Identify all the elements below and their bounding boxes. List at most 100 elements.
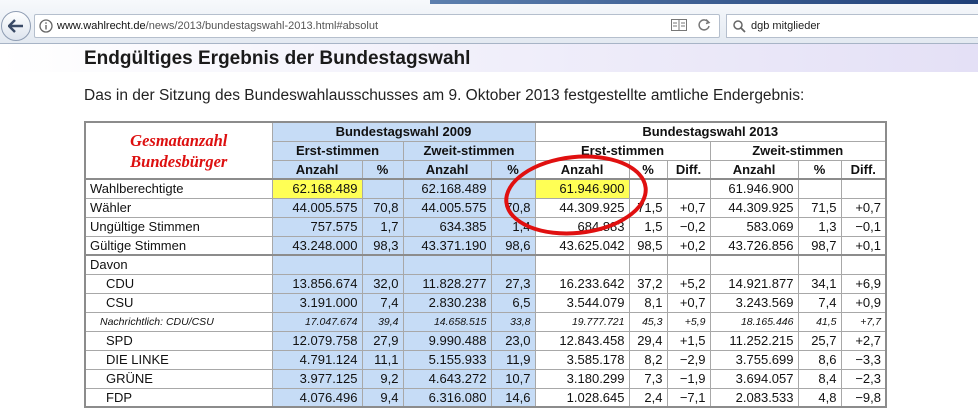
table-cell: 11.252.215: [709, 330, 799, 351]
col-anzahl: Anzahl: [402, 159, 492, 180]
table-cell: 70,8: [361, 197, 404, 218]
table-cell: [840, 178, 887, 199]
table-cell: 7,4: [797, 292, 842, 313]
group-header-2009: Bundestagswahl 2009: [271, 121, 536, 142]
table-cell: +7,7: [840, 311, 887, 332]
table-cell: 7,4: [361, 292, 404, 313]
url-path: /news/2013/bundestagswahl-2013.html#abso…: [145, 20, 379, 32]
url-text[interactable]: www.wahlrecht.de/news/2013/bundestagswah…: [57, 20, 671, 32]
table-cell: [797, 178, 842, 199]
table-cell: 6,5: [490, 292, 536, 313]
table-cell: 43.248.000: [271, 235, 363, 256]
table-cell: 71,5: [797, 197, 842, 218]
table-cell: 1,7: [361, 216, 404, 237]
col-diff: Diff.: [840, 159, 887, 180]
table-cell: 4.076.496: [271, 387, 363, 408]
table-cell: 9,4: [361, 387, 404, 408]
table-cell: +2,7: [840, 330, 887, 351]
table-cell: 7,3: [628, 368, 668, 389]
table-cell: 1,5: [628, 216, 668, 237]
row-label: GRÜNE: [84, 368, 273, 389]
table-cell: 11,1: [361, 349, 404, 370]
table-row: Gültige Stimmen 43.248.000 98,3 43.371.190 9…: [84, 235, 887, 256]
table-cell: 2.083.533: [709, 387, 799, 408]
row-label: CDU: [84, 273, 273, 294]
reader-view-icon[interactable]: [671, 18, 687, 34]
table-cell: 23,0: [490, 330, 536, 351]
search-text[interactable]: dgb mitglieder: [751, 20, 820, 32]
erst-header-2013: Erst-stimmen: [534, 140, 711, 161]
browser-toolbar: www.wahlrecht.de/news/2013/bundestagswah…: [0, 0, 978, 44]
table-cell: 1,3: [797, 216, 842, 237]
col-anzahl: Anzahl: [709, 159, 799, 180]
table-cell: [361, 254, 404, 275]
table-cell: 43.371.190: [402, 235, 492, 256]
col-anzahl: Anzahl: [271, 159, 363, 180]
table-cell: 8,1: [628, 292, 668, 313]
site-info-icon[interactable]: [35, 19, 57, 33]
table-row: FDP 4.076.496 9,4 6.316.080 14,6 1.028.645 2,4…: [84, 387, 887, 408]
col-pct: %: [490, 159, 536, 180]
table-cell: [666, 178, 711, 199]
brand-line-2: Bundesbürger: [130, 151, 228, 171]
table-cell: 14,6: [490, 387, 536, 408]
table-cell: 583.069: [709, 216, 799, 237]
table-cell: 3.694.057: [709, 368, 799, 389]
table-cell: 19.777.721: [534, 311, 630, 332]
header-row-groups: Gesmatanzahl Bundesbürger Bundestagswahl…: [84, 121, 887, 180]
table-cell: −7,1: [666, 387, 711, 408]
back-arrow-icon: [8, 19, 23, 33]
table-cell: 27,9: [361, 330, 404, 351]
row-label: Ungültige Stimmen: [84, 216, 273, 237]
table-cell: 4.643.272: [402, 368, 492, 389]
table-cell: 6.316.080: [402, 387, 492, 408]
table-cell: 8,2: [628, 349, 668, 370]
table-cell: 98,6: [490, 235, 536, 256]
search-icon: [727, 19, 751, 33]
table-cell: +0,7: [666, 197, 711, 218]
table-cell: 98,3: [361, 235, 404, 256]
table-cell: 62.168.489: [271, 178, 363, 199]
row-label: Gültige Stimmen: [84, 235, 273, 256]
table-cell: 1.028.645: [534, 387, 630, 408]
url-host: www.wahlrecht.de: [57, 20, 146, 32]
zweit-header-2009: Zweit-stimmen: [402, 140, 536, 161]
col-pct: %: [628, 159, 668, 180]
table-cell: 8,6: [797, 349, 842, 370]
table-cell: 17.047.674: [271, 311, 363, 332]
table-cell: +0,7: [666, 292, 711, 313]
search-box[interactable]: dgb mitglieder: [726, 14, 978, 38]
table-cell: 45,3: [628, 311, 668, 332]
table-cell: 32,0: [361, 273, 404, 294]
table-cell: +0,9: [840, 292, 887, 313]
table-cell: 41,5: [797, 311, 842, 332]
table-cell: 70,8: [490, 197, 536, 218]
table-cell: 62.168.489: [402, 178, 492, 199]
back-button[interactable]: [1, 11, 31, 41]
table-cell: +0,1: [840, 235, 887, 256]
table-cell: [490, 254, 536, 275]
table-cell: +5,9: [666, 311, 711, 332]
table-row: SPD 12.079.758 27,9 9.990.488 23,0 12.843.458…: [84, 330, 887, 351]
page-title: Endgültiges Ergebnis der Bundestagswahl: [84, 48, 471, 69]
table-cell: 2.830.238: [402, 292, 492, 313]
table-cell: [534, 254, 630, 275]
table-cell: 684.883: [534, 216, 630, 237]
table-row: Ungültige Stimmen 757.575 1,7 634.385 1,4 684…: [84, 216, 887, 237]
table-cell: [840, 254, 887, 275]
table-row: CSU 3.191.000 7,4 2.830.238 6,5 3.544.079 8,1 +…: [84, 292, 887, 313]
table-cell: +0,2: [666, 235, 711, 256]
table-cell: 12.079.758: [271, 330, 363, 351]
table-cell: 11.828.277: [402, 273, 492, 294]
table-cell: 98,7: [797, 235, 842, 256]
address-bar[interactable]: www.wahlrecht.de/news/2013/bundestagswah…: [34, 14, 720, 38]
table-cell: −0,2: [666, 216, 711, 237]
brand-line-1: Gesmatanzahl: [130, 130, 228, 150]
reload-icon[interactable]: [697, 18, 711, 35]
table-cell: [628, 178, 668, 199]
table-cell: −9,8: [840, 387, 887, 408]
table-cell: [271, 254, 363, 275]
table-cell: 3.755.699: [709, 349, 799, 370]
table-cell: 3.243.569: [709, 292, 799, 313]
table-cell: 29,4: [628, 330, 668, 351]
